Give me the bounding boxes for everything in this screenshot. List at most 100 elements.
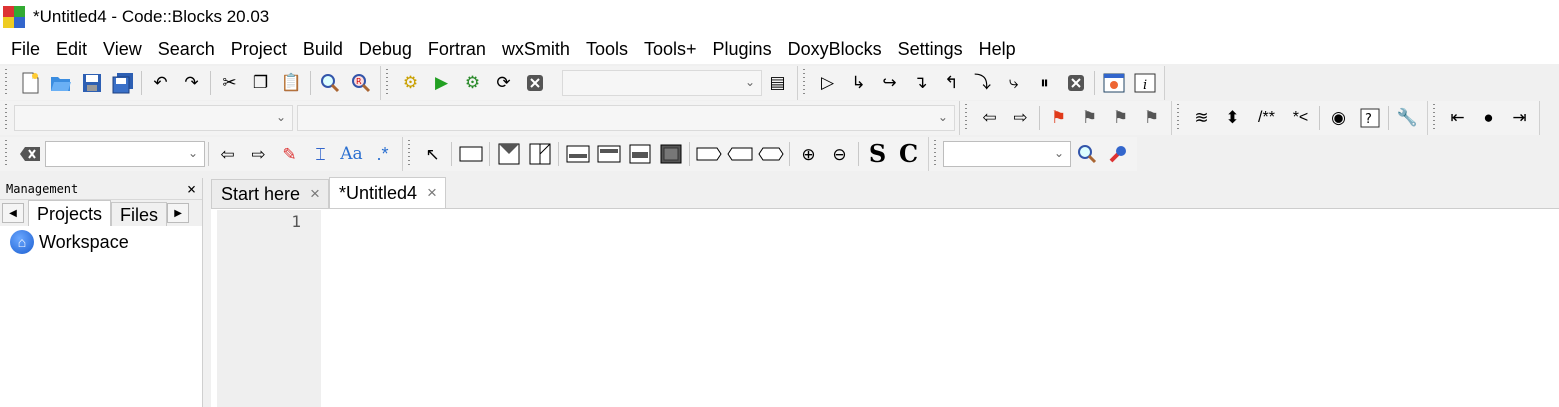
- abort-icon[interactable]: [521, 69, 549, 97]
- zoom-in-icon[interactable]: ⊕: [795, 140, 823, 168]
- jump-forward-icon[interactable]: ⇥: [1506, 104, 1534, 132]
- menu-settings[interactable]: Settings: [891, 35, 970, 63]
- menu-edit[interactable]: Edit: [49, 35, 94, 63]
- show-resource-icon[interactable]: [657, 140, 685, 168]
- find-icon[interactable]: [316, 69, 344, 97]
- close-icon[interactable]: ×: [187, 180, 196, 198]
- undo-icon[interactable]: ↶: [147, 69, 175, 97]
- menu-wxsmith[interactable]: wxSmith: [495, 35, 577, 63]
- menu-plugins[interactable]: Plugins: [706, 35, 779, 63]
- debug-windows-icon[interactable]: [1100, 69, 1128, 97]
- scope-select[interactable]: ⌄: [13, 104, 294, 131]
- menu-help[interactable]: Help: [972, 35, 1023, 63]
- menu-fortran[interactable]: Fortran: [421, 35, 493, 63]
- toolbar-grip[interactable]: [2, 68, 10, 97]
- gear-icon[interactable]: ⚙: [397, 69, 425, 97]
- toolbar-grip[interactable]: [931, 140, 939, 168]
- extract-docs-icon[interactable]: ⬍: [1219, 104, 1247, 132]
- search-input[interactable]: ⌄: [45, 141, 205, 167]
- toolbar-grip[interactable]: [962, 103, 970, 132]
- menu-debug[interactable]: Debug: [352, 35, 419, 63]
- new-file-icon[interactable]: [16, 69, 44, 97]
- jump-back-icon[interactable]: ⇤: [1444, 104, 1472, 132]
- regex-button[interactable]: .*: [369, 140, 397, 168]
- run-to-cursor-icon[interactable]: ↳: [845, 69, 873, 97]
- toolbar-grip[interactable]: [2, 103, 10, 132]
- cut-icon[interactable]: ✂: [216, 69, 244, 97]
- menu-build[interactable]: Build: [296, 35, 350, 63]
- zoom-out-icon[interactable]: ⊖: [826, 140, 854, 168]
- step-out-icon[interactable]: ↰: [938, 69, 966, 97]
- menu-file[interactable]: File: [4, 35, 47, 63]
- step-into-icon[interactable]: ↴: [907, 69, 935, 97]
- menu-search[interactable]: Search: [151, 35, 222, 63]
- find-previous-icon[interactable]: ⇦: [214, 140, 242, 168]
- arrow-right-icon[interactable]: ⇨: [1007, 104, 1035, 132]
- insert-into-icon[interactable]: [457, 140, 485, 168]
- toolbar-grip[interactable]: [1174, 103, 1182, 132]
- next-bookmark-icon[interactable]: ⚑: [1107, 104, 1135, 132]
- build-log-icon[interactable]: ▤: [764, 69, 792, 97]
- jump-clear-icon[interactable]: ●: [1475, 104, 1503, 132]
- step-into-instruction-icon[interactable]: ⤷: [1000, 69, 1028, 97]
- symbol-s-button[interactable]: S: [864, 140, 892, 168]
- symbol-c-button[interactable]: C: [895, 140, 923, 168]
- workspace-tree-item[interactable]: ⌂ Workspace: [0, 226, 202, 254]
- next-instruction-icon[interactable]: ⤵: [969, 69, 997, 97]
- menu-tools[interactable]: Tools: [579, 35, 635, 63]
- code-editor[interactable]: [323, 210, 1559, 407]
- pointer-icon[interactable]: ↖: [419, 140, 447, 168]
- open-icon[interactable]: [47, 69, 75, 97]
- next-line-icon[interactable]: ↪: [876, 69, 904, 97]
- insert-after-icon[interactable]: [526, 140, 554, 168]
- run-html-icon[interactable]: ◉: [1325, 104, 1353, 132]
- line-comment-button[interactable]: *<: [1287, 104, 1315, 132]
- menu-doxyblocks[interactable]: DoxyBlocks: [781, 35, 889, 63]
- tab-scroll-left-icon[interactable]: ◀: [2, 203, 24, 223]
- toolbar-grip[interactable]: [800, 68, 808, 97]
- toolbar-grip[interactable]: [383, 68, 391, 97]
- close-icon[interactable]: ×: [427, 183, 437, 203]
- menu-tools-plus[interactable]: Tools+: [637, 35, 704, 63]
- thread-search-icon[interactable]: [1073, 140, 1101, 168]
- rebuild-icon[interactable]: ⟳: [490, 69, 518, 97]
- toolbar-grip[interactable]: [1430, 103, 1438, 132]
- info-icon[interactable]: i: [1131, 69, 1159, 97]
- toolbar-grip[interactable]: [405, 140, 413, 168]
- delete-item-icon[interactable]: [564, 140, 592, 168]
- thread-search-options-icon[interactable]: [1104, 140, 1132, 168]
- insert-before-icon[interactable]: [495, 140, 523, 168]
- save-all-icon[interactable]: [109, 69, 137, 97]
- find-next-icon[interactable]: ⇨: [245, 140, 273, 168]
- match-case-button[interactable]: Aa: [338, 140, 366, 168]
- tab-files[interactable]: Files: [111, 202, 168, 226]
- redo-icon[interactable]: ↷: [178, 69, 206, 97]
- tab-start-here[interactable]: Start here ×: [211, 179, 329, 208]
- replace-icon[interactable]: R: [347, 69, 375, 97]
- block-comment-button[interactable]: /**: [1250, 104, 1284, 132]
- menu-project[interactable]: Project: [224, 35, 294, 63]
- sizer-left-icon[interactable]: [726, 140, 754, 168]
- toolbar-grip[interactable]: [2, 140, 10, 168]
- save-icon[interactable]: [78, 69, 106, 97]
- help-icon[interactable]: ?: [1356, 104, 1384, 132]
- thread-search-input[interactable]: ⌄: [943, 141, 1071, 167]
- prev-bookmark-icon[interactable]: ⚑: [1076, 104, 1104, 132]
- preview-icon[interactable]: [595, 140, 623, 168]
- paste-icon[interactable]: 📋: [278, 69, 306, 97]
- highlight-icon[interactable]: ✎: [276, 140, 304, 168]
- debug-start-icon[interactable]: ▷: [814, 69, 842, 97]
- sizer-both-icon[interactable]: [757, 140, 785, 168]
- quick-props-icon[interactable]: [626, 140, 654, 168]
- wrench-icon[interactable]: 🔧: [1394, 104, 1422, 132]
- sizer-right-icon[interactable]: [695, 140, 723, 168]
- selected-text-only-icon[interactable]: ⌶: [307, 140, 335, 168]
- function-select[interactable]: ⌄: [297, 104, 955, 131]
- tab-projects[interactable]: Projects: [28, 200, 112, 226]
- clear-bookmarks-icon[interactable]: ⚑: [1138, 104, 1166, 132]
- build-target-select[interactable]: ⌄: [562, 69, 762, 96]
- tab-untitled4[interactable]: *Untitled4 ×: [328, 177, 446, 208]
- arrow-left-icon[interactable]: ⇦: [976, 104, 1004, 132]
- clear-search-icon[interactable]: [16, 140, 44, 168]
- pause-icon[interactable]: ⏸: [1031, 69, 1059, 97]
